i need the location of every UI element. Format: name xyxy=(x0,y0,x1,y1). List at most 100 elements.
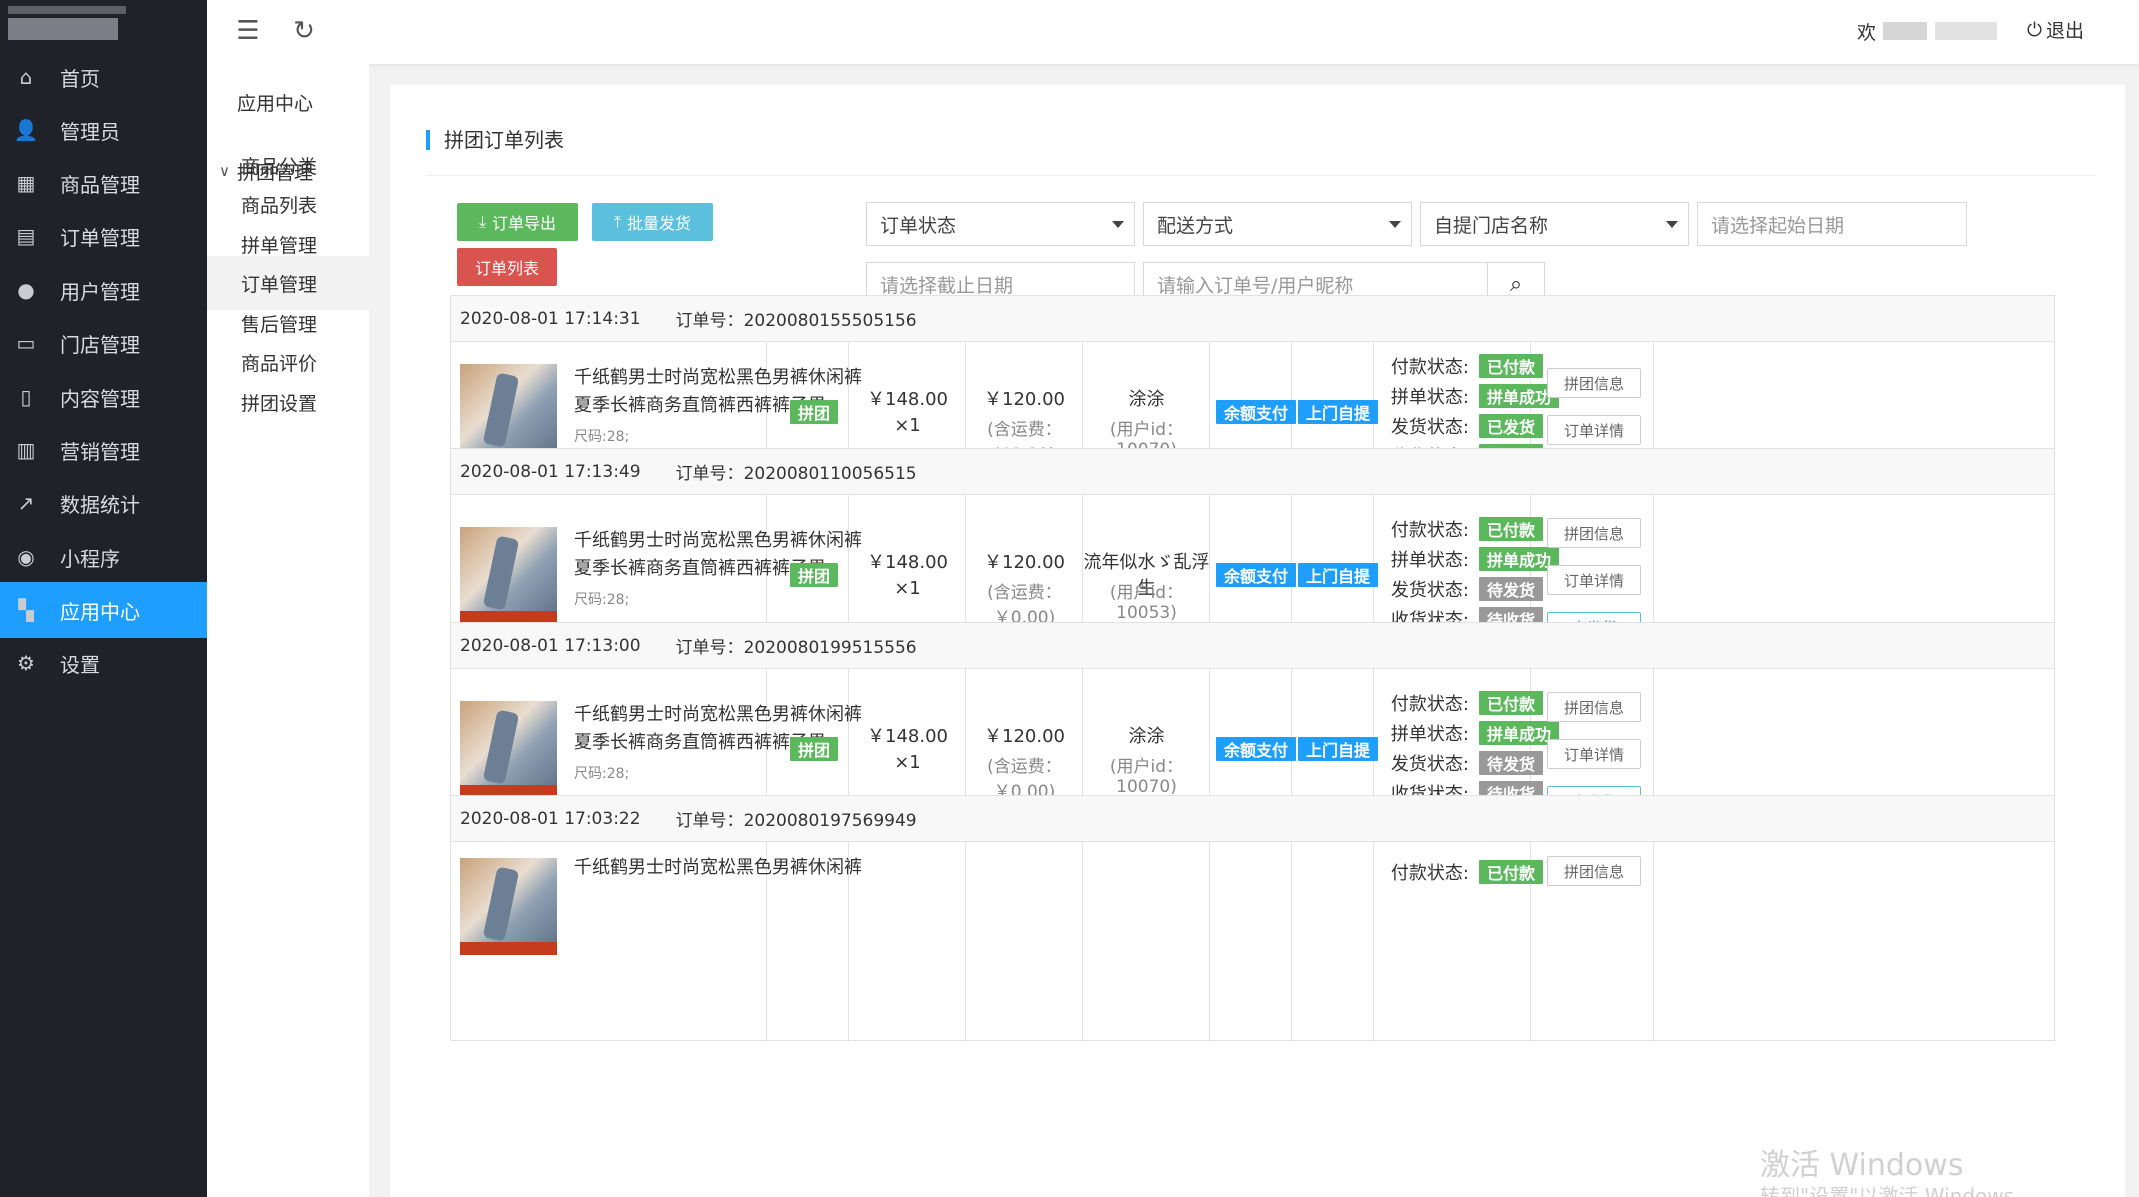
store-value: 自提门店名称 xyxy=(1434,214,1549,237)
unit-price: ￥148.00 xyxy=(867,552,948,573)
order-list-button[interactable]: 订单列表 xyxy=(457,248,557,286)
logout-button[interactable]: ⏻ 退出 xyxy=(2027,16,2084,43)
order-number-label: 订单号： xyxy=(675,464,744,484)
group-info-button[interactable]: 拼团信息 xyxy=(1547,518,1641,548)
pay-status-row: 付款状态: 已付款 xyxy=(1369,860,1544,884)
subnav-item-label: 商品分类 xyxy=(241,155,318,178)
subnav-item-label: 商品评价 xyxy=(241,352,318,375)
group-status-row: 拼单状态: 拼单成功 xyxy=(1369,547,1560,571)
sidebar-item-9[interactable]: ◉ 小程序 xyxy=(0,529,207,585)
store-icon: ▭ xyxy=(16,331,36,355)
gear-icon: ⚙ xyxy=(17,651,35,675)
sidebar-item-6[interactable]: ▯ 内容管理 xyxy=(0,369,207,425)
logo xyxy=(8,6,126,40)
sidebar-item-1[interactable]: 👤 管理员 xyxy=(0,102,207,158)
export-orders-button[interactable]: ⤓ 订单导出 xyxy=(457,203,578,241)
sub-sidebar: 应用中心 ∨ 拼团管理 商品分类 商品列表 拼单管理 订单管理 售后管理 商品评价 拼团设置 xyxy=(207,64,369,1197)
refresh-icon[interactable]: ↻ xyxy=(289,16,319,46)
sidebar-item-5[interactable]: ▭ 门店管理 xyxy=(0,315,207,371)
order-header: 2020-08-01 17:03:22 订单号：2020080197569949 xyxy=(451,796,2054,842)
product-thumbnail[interactable] xyxy=(460,701,557,798)
order-header: 2020-08-01 17:14:31 订单号：2020080155505156 xyxy=(451,296,2054,342)
group-info-button[interactable]: 拼团信息 xyxy=(1547,856,1641,886)
order-detail-button[interactable]: 订单详情 xyxy=(1547,739,1641,769)
order-header: 2020-08-01 17:13:49 订单号：2020080110056515 xyxy=(451,449,2054,495)
ship-status-badge: 待发货 xyxy=(1479,751,1544,775)
sidebar-item-10[interactable]: ▚ 应用中心 xyxy=(0,582,207,638)
sidebar-item-label: 应用中心 xyxy=(60,599,140,624)
order-number: 订单号：2020080155505156 xyxy=(676,306,917,331)
order-detail-button[interactable]: 订单详情 xyxy=(1547,415,1641,445)
sidebar-item-0[interactable]: ⌂ 首页 xyxy=(0,49,207,105)
pay-status-row: 付款状态: 已付款 xyxy=(1369,354,1544,378)
subnav-item-6[interactable]: 拼团设置 xyxy=(207,375,369,429)
sidebar-item-2[interactable]: ▦ 商品管理 xyxy=(0,155,207,211)
sidebar-item-label: 首页 xyxy=(60,66,100,91)
subnav-app-center[interactable]: 应用中心 xyxy=(207,75,369,129)
order-number: 订单号：2020080199515556 xyxy=(676,633,917,658)
buyer-name: 涂涂 xyxy=(1128,726,1165,747)
start-date-input[interactable]: 请选择起始日期 xyxy=(1697,202,1967,246)
pay-status-row: 付款状态: 已付款 xyxy=(1369,517,1544,541)
order-time: 2020-08-01 17:13:49 xyxy=(460,461,641,482)
line-chart-icon: ↗ xyxy=(17,491,35,515)
product-sku: 尺码:28; xyxy=(574,592,630,608)
user-icon: ● xyxy=(17,278,35,302)
buyer-id: (用户id：10070) xyxy=(1109,757,1184,797)
pay-status-badge: 已付款 xyxy=(1479,354,1544,378)
order-card: 2020-08-01 17:03:22 订单号：2020080197569949 千… xyxy=(450,795,2055,1042)
buyer-name: 涂涂 xyxy=(1128,389,1165,410)
search-icon: ⌕ xyxy=(1509,271,1523,297)
delivery-select[interactable]: 配送方式 xyxy=(1143,202,1412,246)
product-thumbnail[interactable] xyxy=(460,364,557,461)
quantity: ×1 xyxy=(894,752,921,773)
order-detail-button[interactable]: 订单详情 xyxy=(1547,565,1641,595)
batch-ship-button[interactable]: ⤒ 批量发货 xyxy=(592,203,713,241)
delivery-badge: 上门自提 xyxy=(1298,563,1379,587)
order-type-badge: 拼团 xyxy=(790,563,839,587)
delivery-badge: 上门自提 xyxy=(1298,400,1379,424)
group-info-button[interactable]: 拼团信息 xyxy=(1547,692,1641,722)
subnav-item-label: 售后管理 xyxy=(241,313,318,336)
sidebar-item-3[interactable]: ▤ 订单管理 xyxy=(0,208,207,264)
sidebar-item-4[interactable]: ● 用户管理 xyxy=(0,262,207,318)
delivery-badge: 上门自提 xyxy=(1298,737,1379,761)
subnav-item-label: 订单管理 xyxy=(241,273,318,296)
start-date-placeholder: 请选择起始日期 xyxy=(1711,214,1845,237)
order-number-label: 订单号： xyxy=(675,638,744,658)
subnav-item-label: 拼团设置 xyxy=(241,392,318,415)
pay-status-badge: 已付款 xyxy=(1479,517,1544,541)
order-time: 2020-08-01 17:13:00 xyxy=(460,635,641,656)
sidebar-item-7[interactable]: ▥ 营销管理 xyxy=(0,422,207,478)
order-number-value: 2020080155505156 xyxy=(743,311,917,331)
logout-label: 退出 xyxy=(2046,20,2085,42)
sidebar-item-label: 内容管理 xyxy=(60,386,140,411)
order-time: 2020-08-01 17:03:22 xyxy=(460,808,641,829)
order-type-badge: 拼团 xyxy=(790,737,839,761)
username-blurred xyxy=(1883,22,1927,40)
pay-method-badge: 余额支付 xyxy=(1216,400,1297,424)
sidebar-item-label: 设置 xyxy=(60,652,100,677)
title-divider xyxy=(426,175,2096,176)
order-cell xyxy=(966,842,1083,1042)
product-thumbnail[interactable] xyxy=(460,527,557,624)
end-date-placeholder: 请选择截止日期 xyxy=(880,274,1014,297)
paid-amount: ￥120.00 xyxy=(984,389,1065,410)
product-name[interactable]: 千纸鹤男士时尚宽松黑色男裤休闲裤 xyxy=(574,854,869,882)
ship-status-badge: 待发货 xyxy=(1479,577,1544,601)
pay-status-badge: 已付款 xyxy=(1479,860,1544,884)
download-icon: ⤓ xyxy=(478,212,487,231)
home-icon: ⌂ xyxy=(19,65,33,89)
pay-status-label: 付款状态: xyxy=(1390,863,1469,884)
group-status-label: 拼单状态: xyxy=(1390,387,1469,408)
store-select[interactable]: 自提门店名称 xyxy=(1420,202,1689,246)
product-thumbnail[interactable] xyxy=(460,858,557,955)
sidebar-item-11[interactable]: ⚙ 设置 xyxy=(0,635,207,691)
pay-status-row: 付款状态: 已付款 xyxy=(1369,691,1544,715)
page-title: 拼团订单列表 xyxy=(426,130,564,150)
group-status-label: 拼单状态: xyxy=(1390,724,1469,745)
group-info-button[interactable]: 拼团信息 xyxy=(1547,368,1641,398)
order-status-select[interactable]: 订单状态 xyxy=(866,202,1135,246)
sidebar-item-8[interactable]: ↗ 数据统计 xyxy=(0,475,207,531)
menu-collapse-icon[interactable]: ☰ xyxy=(233,16,263,46)
